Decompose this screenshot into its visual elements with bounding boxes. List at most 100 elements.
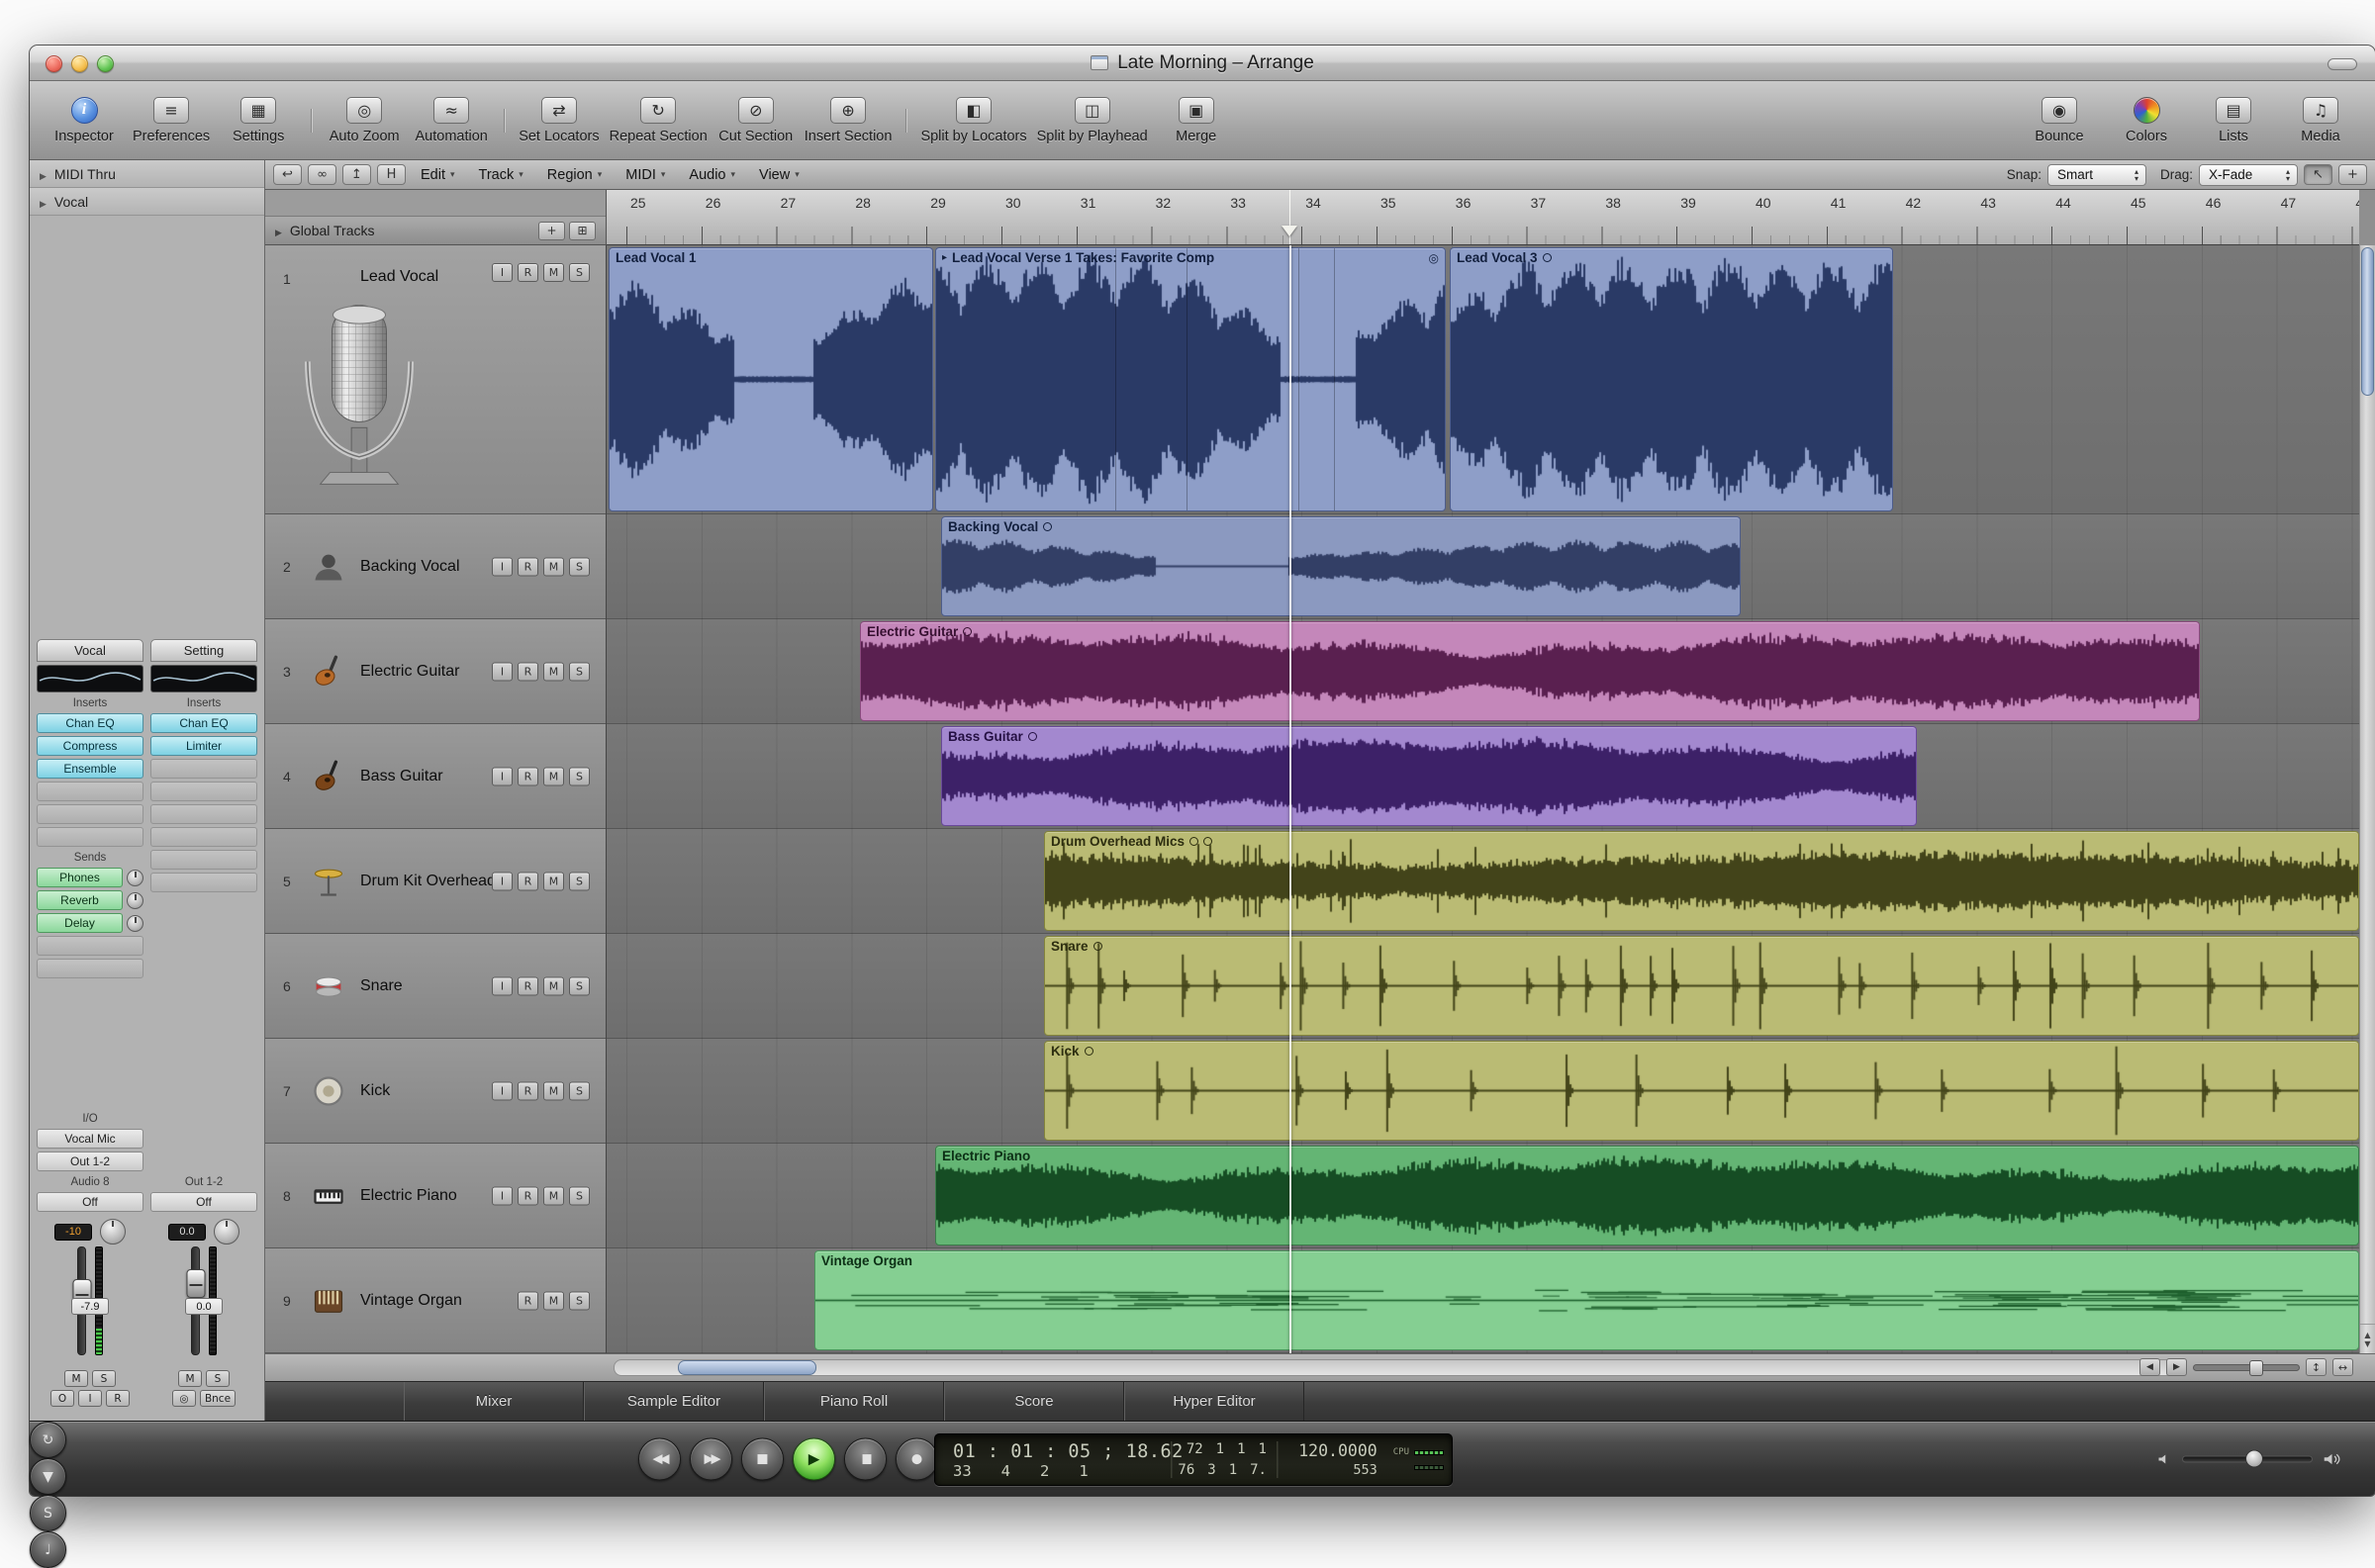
insert-slot-empty[interactable] bbox=[150, 827, 257, 847]
lcd-position[interactable]: 01 : 01 : 05 ; 18.62 33421 bbox=[943, 1439, 1171, 1480]
toolbar-item-inspector[interactable]: iInspector bbox=[46, 97, 123, 144]
record-enable-button[interactable]: R bbox=[518, 557, 538, 576]
vertical-scrollbar[interactable] bbox=[2359, 245, 2375, 1353]
solo-button[interactable]: S bbox=[569, 1186, 590, 1205]
input-monitor-button[interactable]: I bbox=[492, 976, 513, 995]
record-enable-button[interactable]: R bbox=[518, 767, 538, 785]
region-kick[interactable]: Kick bbox=[1044, 1041, 2359, 1141]
horizontal-zoom-icon[interactable] bbox=[2332, 1358, 2353, 1376]
insert-slot-empty[interactable] bbox=[37, 827, 143, 847]
io-slot-vocal-mic[interactable]: Vocal Mic bbox=[37, 1129, 143, 1149]
insert-slot-compress[interactable]: Compress bbox=[37, 736, 143, 756]
zoom-slider-thumb[interactable] bbox=[2249, 1360, 2263, 1376]
insert-slot-chan-eq[interactable]: Chan EQ bbox=[150, 713, 257, 733]
menu-track[interactable]: Track bbox=[470, 167, 532, 183]
solo-button[interactable]: S bbox=[569, 557, 590, 576]
forward-button[interactable]: ▶▶ bbox=[690, 1437, 732, 1480]
solo-button[interactable]: S bbox=[569, 1291, 590, 1310]
channel-strip-tab[interactable]: Setting bbox=[150, 639, 257, 662]
volume-slider-thumb[interactable] bbox=[2245, 1450, 2263, 1468]
region-backing-vocal[interactable]: Backing Vocal bbox=[941, 516, 1741, 616]
catch-playhead-button[interactable]: ↩ bbox=[273, 164, 302, 185]
send-slot-phones[interactable]: Phones bbox=[37, 868, 123, 887]
track-row-drum-kit-overhead[interactable]: 5Drum Kit OverheadIRMS bbox=[265, 829, 606, 934]
playhead-marker[interactable] bbox=[1282, 226, 1297, 244]
solo-button[interactable]: S bbox=[569, 263, 590, 282]
fader-cap[interactable] bbox=[186, 1269, 205, 1298]
region-drum-overhead-mics[interactable]: Drum Overhead Mics bbox=[1044, 831, 2359, 931]
track-row-lead-vocal[interactable]: 1Lead VocalIRMS bbox=[265, 245, 606, 514]
solo-button[interactable]: S bbox=[569, 1081, 590, 1100]
add-global-track-button[interactable]: + bbox=[538, 222, 565, 240]
input-monitor-button[interactable]: I bbox=[492, 872, 513, 890]
hide-tracks-button[interactable]: H bbox=[377, 164, 406, 185]
track-row-backing-vocal[interactable]: 2Backing VocalIRMS bbox=[265, 514, 606, 619]
channel-strip-tab[interactable]: Vocal bbox=[37, 639, 143, 662]
strip-button-bnce[interactable]: Bnce bbox=[200, 1390, 236, 1407]
disclosure-midi-thru[interactable]: MIDI Thru bbox=[30, 160, 264, 188]
insert-slot-limiter[interactable]: Limiter bbox=[150, 736, 257, 756]
send-slot-delay[interactable]: Delay bbox=[37, 913, 123, 933]
mute-button[interactable]: M bbox=[543, 1291, 564, 1310]
record-enable-button[interactable]: R bbox=[518, 662, 538, 681]
eq-thumbnail-display[interactable] bbox=[37, 665, 143, 692]
vertical-zoom-icon[interactable] bbox=[2306, 1358, 2327, 1376]
insert-slot-empty[interactable] bbox=[150, 873, 257, 892]
send-knob[interactable] bbox=[127, 892, 143, 909]
zoom-slider[interactable] bbox=[2193, 1364, 2300, 1371]
record-enable-button[interactable]: R bbox=[518, 1081, 538, 1100]
insert-slot-empty[interactable] bbox=[37, 804, 143, 824]
strip-button-r[interactable]: R bbox=[106, 1390, 130, 1407]
region-bass-guitar[interactable]: Bass Guitar bbox=[941, 726, 1917, 826]
mute-button[interactable]: M bbox=[64, 1370, 88, 1387]
tab-piano-roll[interactable]: Piano Roll bbox=[764, 1382, 944, 1421]
record-enable-button[interactable]: R bbox=[518, 976, 538, 995]
record-enable-button[interactable]: R bbox=[518, 1186, 538, 1205]
bypass-button[interactable]: Off bbox=[150, 1192, 257, 1212]
bar-ruler[interactable]: 2526272829303132333435363738394041424344… bbox=[607, 190, 2359, 245]
region-electric-guitar[interactable]: Electric Guitar bbox=[860, 621, 2200, 721]
send-slot-empty[interactable] bbox=[37, 959, 143, 978]
scroll-right-button[interactable] bbox=[2166, 1358, 2187, 1376]
tab-score[interactable]: Score bbox=[944, 1382, 1124, 1421]
scrollbar-arrows-icon[interactable] bbox=[2360, 1324, 2375, 1353]
mute-button[interactable]: M bbox=[543, 872, 564, 890]
mute-button[interactable]: M bbox=[543, 263, 564, 282]
cycle-button[interactable]: ↻ bbox=[30, 1422, 66, 1458]
link-button[interactable]: ∞ bbox=[308, 164, 336, 185]
tab-sample-editor[interactable]: Sample Editor bbox=[584, 1382, 764, 1421]
insert-slot-chan-eq[interactable]: Chan EQ bbox=[37, 713, 143, 733]
pencil-tool-button[interactable]: + bbox=[2338, 164, 2367, 185]
record-enable-button[interactable]: R bbox=[518, 1291, 538, 1310]
track-row-vintage-organ[interactable]: 9Vintage OrganRMS bbox=[265, 1248, 606, 1353]
track-row-kick[interactable]: 7KickIRMS bbox=[265, 1039, 606, 1144]
io-slot-out-1-2[interactable]: Out 1-2 bbox=[37, 1152, 143, 1171]
solo-button[interactable]: S bbox=[569, 662, 590, 681]
mute-button[interactable]: M bbox=[543, 976, 564, 995]
solo-button[interactable]: S bbox=[569, 872, 590, 890]
input-monitor-button[interactable]: I bbox=[492, 662, 513, 681]
mute-button[interactable]: M bbox=[543, 1081, 564, 1100]
strip-button-i[interactable]: I bbox=[78, 1390, 102, 1407]
input-monitor-button[interactable]: I bbox=[492, 557, 513, 576]
input-monitor-button[interactable]: I bbox=[492, 1081, 513, 1100]
volume-slider[interactable] bbox=[2182, 1455, 2313, 1462]
send-knob[interactable] bbox=[127, 915, 143, 932]
region-canvas[interactable]: Lead Vocal 1▸Lead Vocal Verse 1 Takes: F… bbox=[607, 245, 2359, 1353]
vertical-scrollbar-thumb[interactable] bbox=[2361, 247, 2374, 396]
rewind-button[interactable]: ◀◀ bbox=[638, 1437, 681, 1480]
strip-button-o[interactable]: O bbox=[50, 1390, 74, 1407]
track-row-electric-guitar[interactable]: 3Electric GuitarIRMS bbox=[265, 619, 606, 724]
track-row-bass-guitar[interactable]: 4Bass GuitarIRMS bbox=[265, 724, 606, 829]
send-knob[interactable] bbox=[127, 870, 143, 886]
metronome-button[interactable]: ♩ bbox=[30, 1531, 66, 1568]
toolbar-item-auto-zoom[interactable]: ◎Auto Zoom bbox=[326, 97, 403, 144]
region-vintage-organ[interactable]: Vintage Organ bbox=[814, 1250, 2359, 1350]
toolbar-item-repeat-section[interactable]: ↻Repeat Section bbox=[610, 97, 708, 144]
region-electric-piano[interactable]: Electric Piano bbox=[935, 1146, 2359, 1245]
toolbar-item-automation[interactable]: ≈Automation bbox=[413, 97, 490, 144]
mute-button[interactable]: M bbox=[543, 557, 564, 576]
insert-slot-empty[interactable] bbox=[37, 782, 143, 801]
toolbar-item-lists[interactable]: ▤Lists bbox=[2195, 97, 2272, 144]
mute-button[interactable]: M bbox=[543, 662, 564, 681]
